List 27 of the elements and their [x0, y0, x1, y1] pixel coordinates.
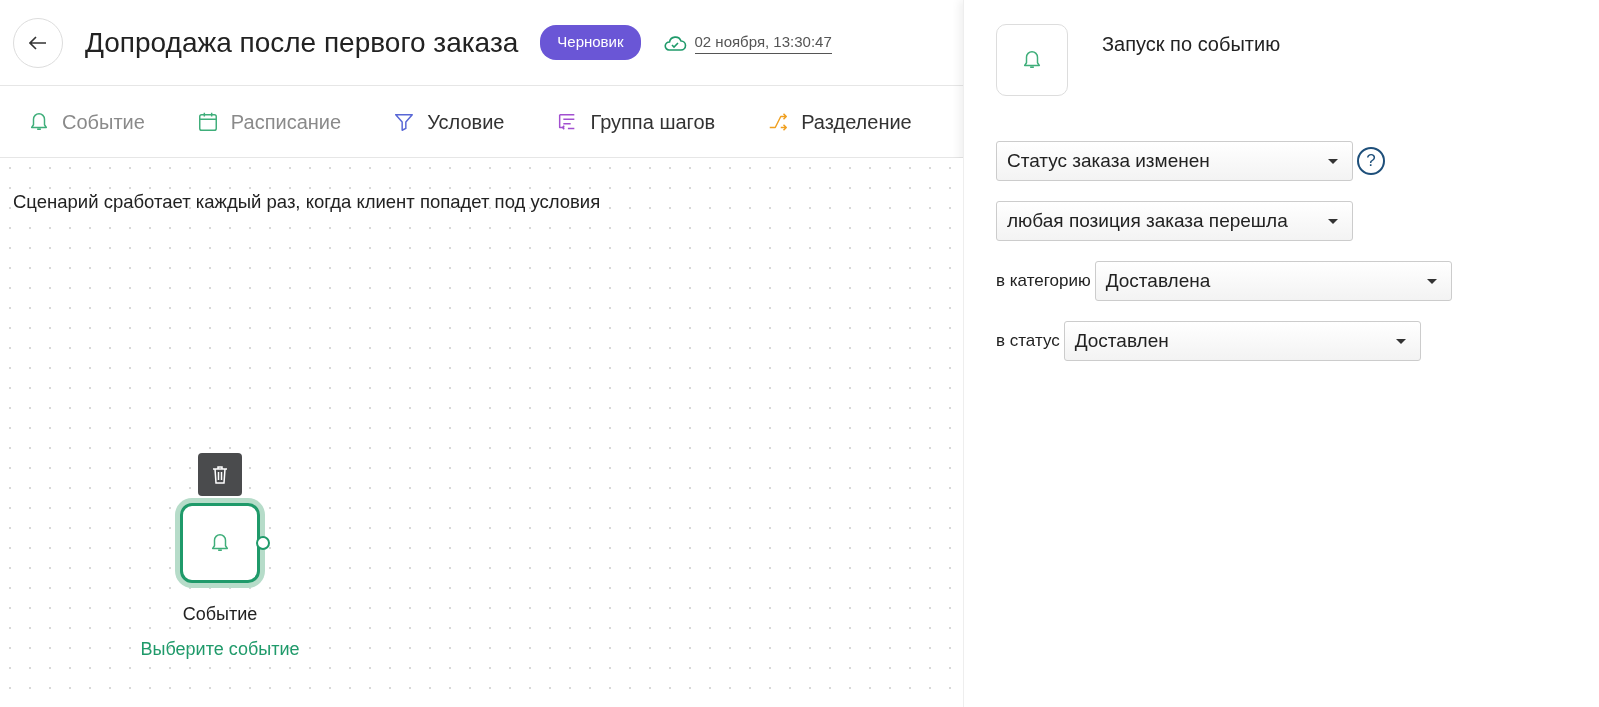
bell-icon [209, 532, 231, 554]
bell-icon [1021, 49, 1043, 71]
saved-timestamp-link[interactable]: 02 ноября, 13:30:47 [694, 30, 832, 55]
toolbar-item[interactable]: Разделение [767, 106, 912, 137]
back-button[interactable] [13, 17, 63, 68]
dropdown-select[interactable]: Доставлен [1063, 321, 1421, 361]
trash-icon [212, 465, 228, 484]
dropdown-select[interactable]: Доставлена [1094, 261, 1452, 301]
toolbar-item[interactable]: Условие [393, 106, 505, 137]
dropdown-select[interactable]: Статус заказа изменен [996, 141, 1353, 181]
connector-port[interactable] [256, 536, 270, 550]
scenario-description: Сценарий сработает каждый раз, когда клиент попадет под условия [12, 190, 602, 214]
toolbar-item[interactable]: Группа шагов [556, 106, 716, 137]
status-badge: Черновик [540, 25, 641, 60]
cloud-check-icon [662, 33, 687, 52]
help-button[interactable]: ? [1357, 147, 1385, 175]
delete-button[interactable] [198, 453, 242, 496]
field-label: в статус [996, 330, 1060, 353]
back-arrow-icon [29, 35, 47, 50]
dropdown-select[interactable]: любая позиция заказа перешла [996, 201, 1353, 241]
panel-title: Запуск по событию [1102, 32, 1281, 56]
calendar-icon [196, 110, 219, 133]
field-label: в категорию [996, 270, 1091, 293]
node-title: Событие [182, 603, 258, 626]
bell-icon [28, 110, 50, 133]
node-subtitle-link[interactable]: Выберите событие [140, 636, 300, 663]
page-title: Допродажа после первого заказа [85, 25, 519, 60]
